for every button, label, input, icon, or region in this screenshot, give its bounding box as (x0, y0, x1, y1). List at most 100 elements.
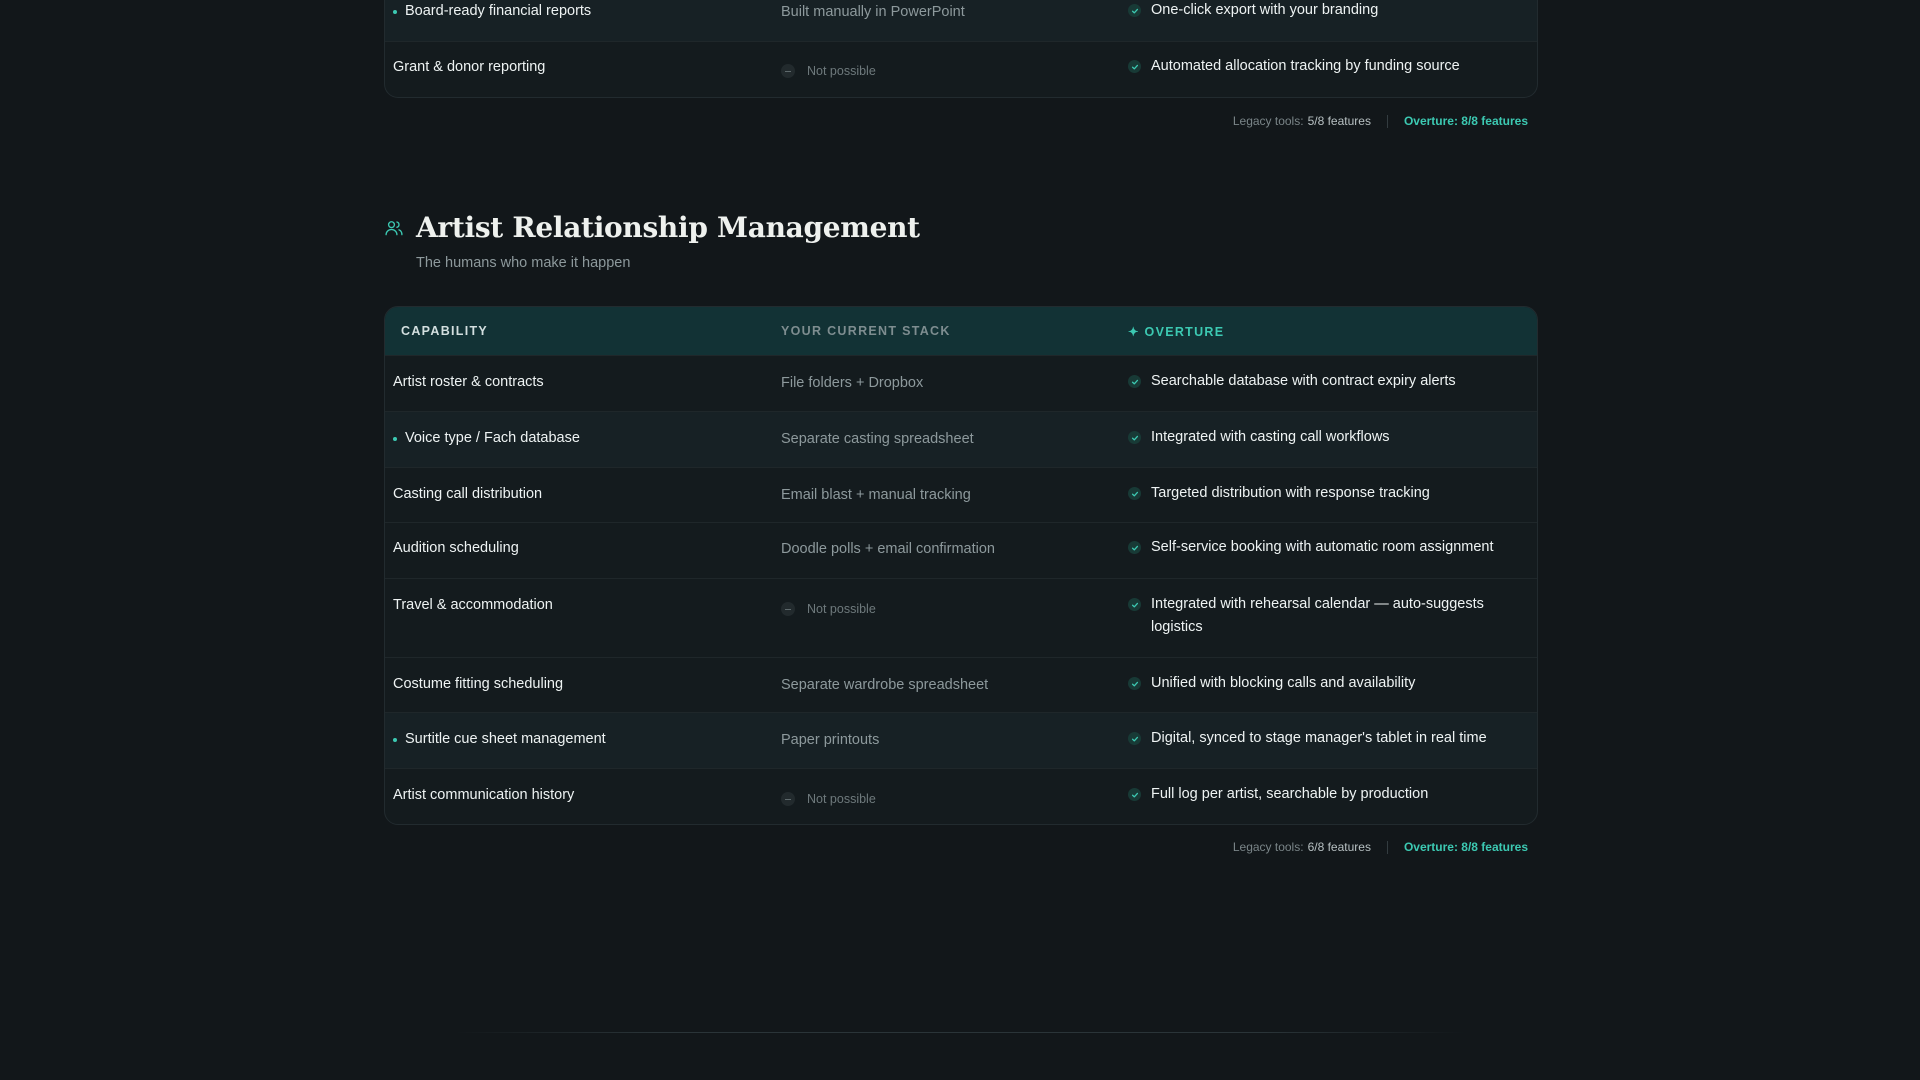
section-title: Artist Relationship Management (416, 211, 920, 244)
check-icon (1128, 487, 1141, 500)
overture-label: Targeted distribution with response trac… (1151, 485, 1430, 501)
check-icon (1128, 677, 1141, 690)
check-icon (1128, 4, 1141, 17)
table-row: Costume fitting scheduling Separate wardr… (385, 657, 1537, 712)
comparison-table: CAPABILITY YOUR CURRENT STACK ✦ OVERTURE… (384, 306, 1538, 825)
current-stack-label: Separate wardrobe spreadsheet (781, 677, 989, 693)
prev-comparison-table: Board-ready financial reports Built manua… (384, 0, 1538, 98)
capability-label: Travel & accommodation (393, 597, 553, 613)
table-row: Casting call distribution Email blast + m… (385, 467, 1537, 522)
current-stack-label: Built manually in PowerPoint (781, 4, 965, 20)
current-stack-label: Doodle polls + email confirmation (781, 541, 995, 557)
capability-cell: Surtitle cue sheet management (385, 731, 781, 768)
highlight-dot (393, 437, 397, 441)
capability-label: Voice type / Fach database (405, 430, 580, 446)
overture-cell: Automated allocation tracking by funding… (1128, 58, 1537, 97)
header-capability: CAPABILITY (401, 324, 489, 338)
comparison-page: Board-ready financial reports Built manua… (0, 0, 1920, 1080)
current-stack-cell: Separate casting spreadsheet (781, 430, 1128, 467)
section-summary: Legacy tools: 6/8 features Overture: 8/8… (1128, 840, 1536, 854)
overture-score: Overture: 8/8 features (1403, 840, 1528, 854)
overture-cell: One-click export with your branding (1128, 2, 1537, 41)
capability-cell: Casting call distribution (385, 486, 781, 522)
current-stack-cell: Built manually in PowerPoint (781, 3, 1128, 41)
not-possible-badge: Not possible (781, 64, 876, 79)
check-icon (1128, 431, 1141, 444)
overture-label: Integrated with rehearsal calendar — aut… (1151, 596, 1484, 635)
summary-divider (1386, 114, 1388, 128)
current-stack-label: Paper printouts (781, 732, 880, 748)
overture-label: Unified with blocking calls and availabi… (1151, 675, 1416, 691)
overture-cell: Targeted distribution with response trac… (1128, 485, 1537, 522)
current-stack-cell: Paper printouts (781, 731, 1128, 768)
table-row: Board-ready financial reports Built manua… (385, 0, 1537, 41)
minus-icon (781, 64, 795, 79)
check-icon (1128, 60, 1141, 73)
overture-cell: Searchable database with contract expiry… (1128, 373, 1537, 411)
table-header: CAPABILITY YOUR CURRENT STACK ✦ OVERTURE (385, 307, 1537, 355)
overture-cell: Full log per artist, searchable by produ… (1128, 786, 1537, 824)
legacy-label: Legacy tools: (1232, 840, 1304, 854)
section-subtitle: The humans who make it happen (416, 255, 631, 271)
table-row: Travel & accommodation Not possible Integr… (385, 578, 1537, 657)
minus-icon (781, 792, 795, 807)
check-icon (1128, 375, 1141, 388)
overture-label: Digital, synced to stage manager's table… (1151, 730, 1487, 746)
capability-cell: Board-ready financial reports (385, 3, 781, 41)
current-stack-cell: Not possible (781, 787, 1128, 824)
minus-icon (781, 602, 795, 617)
current-stack-cell: Not possible (781, 59, 1128, 97)
legacy-label: Legacy tools: (1232, 114, 1304, 128)
current-stack-label: Separate casting spreadsheet (781, 431, 974, 447)
capability-cell: Travel & accommodation (385, 597, 781, 657)
table-row: Surtitle cue sheet management Paper print… (385, 712, 1537, 768)
capability-cell: Artist roster & contracts (385, 374, 781, 411)
capability-label: Board-ready financial reports (405, 3, 592, 19)
section-header: Artist Relationship Management (384, 210, 920, 246)
capability-label: Artist roster & contracts (393, 374, 544, 390)
overture-cell: Integrated with rehearsal calendar — aut… (1128, 596, 1537, 657)
capability-cell: Grant & donor reporting (385, 59, 781, 97)
not-possible-label: Not possible (807, 64, 876, 79)
current-stack-cell: Not possible (781, 597, 1128, 657)
users-icon (385, 221, 403, 236)
legacy-value: 6/8 features (1307, 840, 1371, 854)
current-stack-cell: Separate wardrobe spreadsheet (781, 676, 1128, 712)
check-icon (1128, 788, 1141, 801)
not-possible-label: Not possible (807, 602, 876, 617)
capability-label: Artist communication history (393, 787, 575, 803)
capability-label: Costume fitting scheduling (393, 676, 564, 692)
prev-summary: Legacy tools: 5/8 features Overture: 8/8… (1128, 114, 1536, 128)
current-stack-cell: Email blast + manual tracking (781, 486, 1128, 522)
overture-score: Overture: 8/8 features (1403, 114, 1528, 128)
highlight-dot (393, 10, 397, 14)
table-row: Artist communication history Not possible… (385, 768, 1537, 824)
highlight-dot (393, 738, 397, 742)
overture-label: Full log per artist, searchable by produ… (1151, 786, 1429, 802)
capability-label: Audition scheduling (393, 540, 519, 556)
overture-label: Integrated with casting call workflows (1151, 429, 1390, 445)
overture-cell: Digital, synced to stage manager's table… (1128, 730, 1537, 768)
overture-label: One-click export with your branding (1151, 2, 1379, 18)
not-possible-badge: Not possible (781, 792, 876, 807)
capability-cell: Audition scheduling (385, 540, 781, 578)
header-overture: ✦ OVERTURE (1128, 324, 1225, 339)
overture-cell: Unified with blocking calls and availabi… (1128, 675, 1537, 712)
check-icon (1128, 598, 1141, 611)
capability-cell: Voice type / Fach database (385, 430, 781, 467)
capability-cell: Costume fitting scheduling (385, 676, 781, 712)
not-possible-label: Not possible (807, 792, 876, 807)
current-stack-label: Email blast + manual tracking (781, 487, 971, 503)
capability-label: Grant & donor reporting (393, 59, 546, 75)
overture-cell: Integrated with casting call workflows (1128, 429, 1537, 467)
check-icon (1128, 732, 1141, 745)
legacy-value: 5/8 features (1307, 114, 1371, 128)
capability-label: Casting call distribution (393, 486, 543, 502)
table-row: Artist roster & contracts File folders + … (385, 355, 1537, 411)
footer-divider (455, 1032, 1465, 1033)
header-current-stack: YOUR CURRENT STACK (781, 324, 951, 338)
current-stack-label: File folders + Dropbox (781, 375, 924, 391)
table-row: Audition scheduling Doodle polls + email … (385, 522, 1537, 578)
current-stack-cell: File folders + Dropbox (781, 374, 1128, 411)
not-possible-badge: Not possible (781, 602, 876, 617)
